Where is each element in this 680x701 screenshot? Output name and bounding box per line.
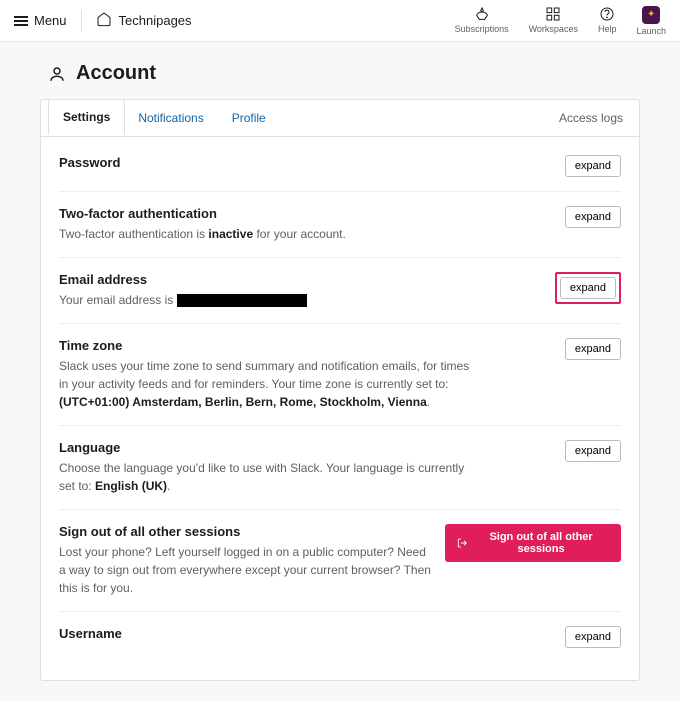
email-redacted: [177, 294, 307, 307]
section-language: Language Choose the language you'd like …: [59, 426, 621, 510]
tab-profile[interactable]: Profile: [218, 101, 280, 135]
section-timezone: Time zone Slack uses your time zone to s…: [59, 324, 621, 426]
tab-notifications[interactable]: Notifications: [124, 101, 217, 135]
workspace-name: Technipages: [119, 13, 192, 28]
page-header: Account: [48, 62, 640, 85]
tab-settings[interactable]: Settings: [49, 100, 124, 136]
home-icon: [96, 11, 112, 30]
menu-button[interactable]: Menu: [14, 13, 67, 28]
help-button[interactable]: Help: [598, 6, 617, 34]
email-desc: Your email address is: [59, 291, 307, 309]
language-expand-button[interactable]: expand: [565, 440, 621, 462]
workspace-home[interactable]: Technipages: [96, 11, 192, 30]
settings-card: Settings Notifications Profile Access lo…: [40, 99, 640, 681]
menu-label: Menu: [34, 13, 67, 28]
tabs: Settings Notifications Profile Access lo…: [41, 100, 639, 137]
email-expand-button[interactable]: expand: [560, 277, 616, 299]
page-title: Account: [76, 62, 156, 85]
section-twofa: Two-factor authentication Two-factor aut…: [59, 192, 621, 258]
help-icon: [599, 6, 615, 22]
section-password: Password expand: [59, 141, 621, 192]
workspaces-button[interactable]: Workspaces: [529, 6, 578, 34]
timezone-desc: Slack uses your time zone to send summar…: [59, 357, 479, 411]
twofa-title: Two-factor authentication: [59, 206, 346, 221]
password-expand-button[interactable]: expand: [565, 155, 621, 177]
subscriptions-button[interactable]: Subscriptions: [455, 6, 509, 34]
username-expand-button[interactable]: expand: [565, 626, 621, 648]
grid-icon: [545, 6, 561, 22]
slack-icon: [642, 6, 660, 24]
email-title: Email address: [59, 272, 307, 287]
section-signout: Sign out of all other sessions Lost your…: [59, 510, 621, 612]
twofa-expand-button[interactable]: expand: [565, 206, 621, 228]
tab-access-logs[interactable]: Access logs: [551, 101, 631, 135]
user-icon: [48, 65, 66, 83]
language-desc: Choose the language you'd like to use wi…: [59, 459, 479, 495]
topbar: Menu Technipages Subscriptions Workspace…: [0, 0, 680, 42]
language-title: Language: [59, 440, 479, 455]
timezone-title: Time zone: [59, 338, 479, 353]
email-expand-highlight: expand: [555, 272, 621, 304]
signout-title: Sign out of all other sessions: [59, 524, 433, 539]
signout-button[interactable]: Sign out of all other sessions: [445, 524, 621, 562]
section-email: Email address Your email address is expa…: [59, 258, 621, 324]
launch-button[interactable]: Launch: [636, 6, 666, 36]
password-title: Password: [59, 155, 120, 170]
hamburger-icon: [14, 16, 28, 26]
signout-desc: Lost your phone? Left yourself logged in…: [59, 543, 433, 597]
section-username: Username expand: [59, 612, 621, 662]
sections: Password expand Two-factor authenticatio…: [41, 137, 639, 680]
top-actions: Subscriptions Workspaces Help Launch: [455, 6, 666, 36]
page: Account Settings Notifications Profile A…: [0, 42, 680, 701]
twofa-desc: Two-factor authentication is inactive fo…: [59, 225, 346, 243]
rocket-icon: [474, 6, 490, 22]
timezone-expand-button[interactable]: expand: [565, 338, 621, 360]
divider: [81, 10, 82, 32]
username-title: Username: [59, 626, 122, 641]
signout-icon: [457, 537, 468, 549]
